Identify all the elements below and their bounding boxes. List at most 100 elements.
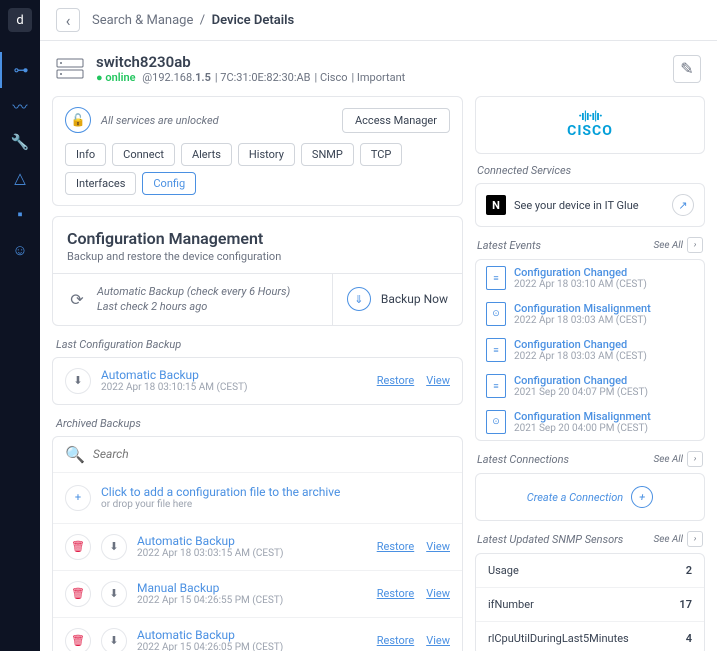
view-link[interactable]: View	[426, 587, 450, 600]
it-glue-link[interactable]: N See your device in IT Glue ↗	[476, 184, 704, 226]
device-tabs: Info Connect Alerts History SNMP TCP Int…	[53, 143, 462, 205]
connections-card: Create a Connection +	[475, 473, 705, 521]
plus-icon: +	[65, 485, 91, 511]
back-button[interactable]: ‹	[56, 8, 80, 32]
last-backup-label: Last Configuration Backup	[56, 338, 459, 351]
nav-activity-icon[interactable]: 〰	[0, 88, 40, 124]
search-row: 🔍	[53, 437, 462, 473]
event-row[interactable]: ⊙Configuration Misalignment2021 Sep 20 0…	[476, 404, 704, 440]
last-backup-card: ⬇ Automatic Backup 2022 Apr 18 03:10:15 …	[52, 357, 463, 405]
tab-info[interactable]: Info	[65, 143, 106, 166]
nav-topology-icon[interactable]: ⊶	[0, 52, 40, 88]
external-link-icon: ↗	[672, 194, 694, 216]
see-all-snmp[interactable]: See All›	[653, 531, 703, 547]
plus-icon: +	[631, 486, 653, 508]
view-link[interactable]: View	[426, 540, 450, 553]
config-subtitle: Backup and restore the device configurat…	[53, 250, 462, 273]
services-card: 🔓 All services are unlocked Access Manag…	[52, 96, 463, 206]
connected-services-label: Connected Services	[477, 164, 703, 177]
switch-icon	[56, 58, 84, 80]
backup-title[interactable]: Automatic Backup	[101, 368, 367, 382]
sensor-row[interactable]: rlCpuUtilDuringLast5Minutes4	[476, 622, 704, 651]
events-label: Latest Events See All›	[477, 237, 703, 253]
see-all-connections[interactable]: See All›	[653, 451, 703, 467]
breadcrumb-current: Device Details	[212, 13, 295, 28]
see-all-events[interactable]: See All›	[653, 237, 703, 253]
device-header: switch8230ab ● online @192.168.1.5 | 7C:…	[40, 41, 717, 96]
delete-icon[interactable]: 🗑	[65, 628, 91, 651]
create-connection-button[interactable]: Create a Connection +	[476, 474, 704, 520]
app-logo[interactable]: d	[8, 8, 32, 32]
nav-support-icon[interactable]: ☺	[0, 232, 40, 268]
tab-history[interactable]: History	[238, 143, 295, 166]
main-content: ‹ Search & Manage / Device Details switc…	[40, 0, 717, 651]
breadcrumb-bar: ‹ Search & Manage / Device Details	[40, 0, 717, 41]
chevron-right-icon: ›	[687, 237, 703, 253]
download-icon[interactable]: ⬇	[101, 628, 127, 651]
auto-backup-info: ⟳ Automatic Backup (check every 6 Hours)…	[53, 274, 333, 325]
it-glue-icon: N	[486, 195, 506, 215]
tab-config[interactable]: Config	[142, 172, 196, 195]
sensor-row[interactable]: ifNumber17	[476, 588, 704, 622]
tab-connect[interactable]: Connect	[112, 143, 175, 166]
refresh-icon: ⟳	[67, 289, 87, 309]
view-link[interactable]: View	[426, 634, 450, 647]
device-meta: ● online @192.168.1.5 | 7C:31:0E:82:30:A…	[96, 71, 661, 84]
nav-chat-icon[interactable]: ▪	[0, 196, 40, 232]
breadcrumb-parent[interactable]: Search & Manage	[92, 13, 193, 28]
tab-tcp[interactable]: TCP	[360, 143, 403, 166]
nav-alerts-icon[interactable]: △	[0, 160, 40, 196]
cisco-logo: ·ı|ı·ı|ı· CISCO	[567, 110, 613, 140]
delete-icon[interactable]: 🗑	[65, 534, 91, 560]
chevron-right-icon: ›	[687, 531, 703, 547]
download-icon: ⇓	[347, 287, 371, 311]
event-row[interactable]: ≡Configuration Changed2022 Apr 18 03:10 …	[476, 260, 704, 296]
access-manager-button[interactable]: Access Manager	[342, 108, 450, 133]
add-file-row[interactable]: + Click to add a configuration file to t…	[53, 473, 462, 524]
backup-now-button[interactable]: ⇓ Backup Now	[333, 274, 462, 325]
app-sidebar: d ⊶ 〰 🔧 △ ▪ ☺	[0, 0, 40, 651]
view-link[interactable]: View	[426, 374, 450, 387]
archived-card: 🔍 + Click to add a configuration file to…	[52, 436, 463, 651]
restore-link[interactable]: Restore	[377, 634, 415, 647]
unlock-icon: 🔓	[65, 107, 91, 133]
device-name: switch8230ab	[96, 53, 661, 71]
archived-row: 🗑 ⬇ Manual Backup2022 Apr 15 04:26:55 PM…	[53, 571, 462, 618]
restore-link[interactable]: Restore	[377, 374, 415, 387]
event-row[interactable]: ≡Configuration Changed2022 Apr 18 03:03 …	[476, 332, 704, 368]
doc-icon: ⊙	[486, 302, 506, 326]
search-input[interactable]	[93, 447, 450, 461]
lock-status-text: All services are unlocked	[101, 114, 219, 127]
tab-interfaces[interactable]: Interfaces	[65, 172, 136, 195]
connections-label: Latest Connections See All›	[477, 451, 703, 467]
doc-icon: ≡	[486, 338, 506, 362]
nav-settings-icon[interactable]: 🔧	[0, 124, 40, 160]
event-row[interactable]: ≡Configuration Changed2021 Sep 20 04:07 …	[476, 368, 704, 404]
archived-row: 🗑 ⬇ Automatic Backup2022 Apr 15 04:26:05…	[53, 618, 462, 651]
snmp-label: Latest Updated SNMP Sensors See All›	[477, 531, 703, 547]
status-indicator: ● online	[96, 71, 136, 84]
doc-icon: ≡	[486, 374, 506, 398]
vendor-logo-card: ·ı|ı·ı|ı· CISCO	[475, 96, 705, 154]
sensor-row[interactable]: Usage2	[476, 554, 704, 588]
events-card: ≡Configuration Changed2022 Apr 18 03:10 …	[475, 259, 705, 441]
restore-link[interactable]: Restore	[377, 587, 415, 600]
breadcrumb: Search & Manage / Device Details	[92, 13, 294, 28]
snmp-card: Usage2 ifNumber17 rlCpuUtilDuringLast5Mi…	[475, 553, 705, 651]
archived-row: 🗑 ⬇ Automatic Backup2022 Apr 18 03:03:15…	[53, 524, 462, 571]
download-icon[interactable]: ⬇	[101, 581, 127, 607]
doc-icon: ⊙	[486, 410, 506, 434]
tab-snmp[interactable]: SNMP	[301, 143, 354, 166]
edit-button[interactable]: ✎	[673, 55, 701, 83]
archived-label: Archived Backups	[56, 417, 459, 430]
config-card: Configuration Management Backup and rest…	[52, 216, 463, 326]
restore-link[interactable]: Restore	[377, 540, 415, 553]
delete-icon[interactable]: 🗑	[65, 581, 91, 607]
download-icon[interactable]: ⬇	[101, 534, 127, 560]
doc-icon: ≡	[486, 266, 506, 290]
event-row[interactable]: ⊙Configuration Misalignment2022 Apr 18 0…	[476, 296, 704, 332]
tab-alerts[interactable]: Alerts	[181, 143, 232, 166]
backup-date: 2022 Apr 18 03:10:15 AM (CEST)	[101, 382, 367, 393]
chevron-right-icon: ›	[687, 451, 703, 467]
download-icon[interactable]: ⬇	[65, 368, 91, 394]
